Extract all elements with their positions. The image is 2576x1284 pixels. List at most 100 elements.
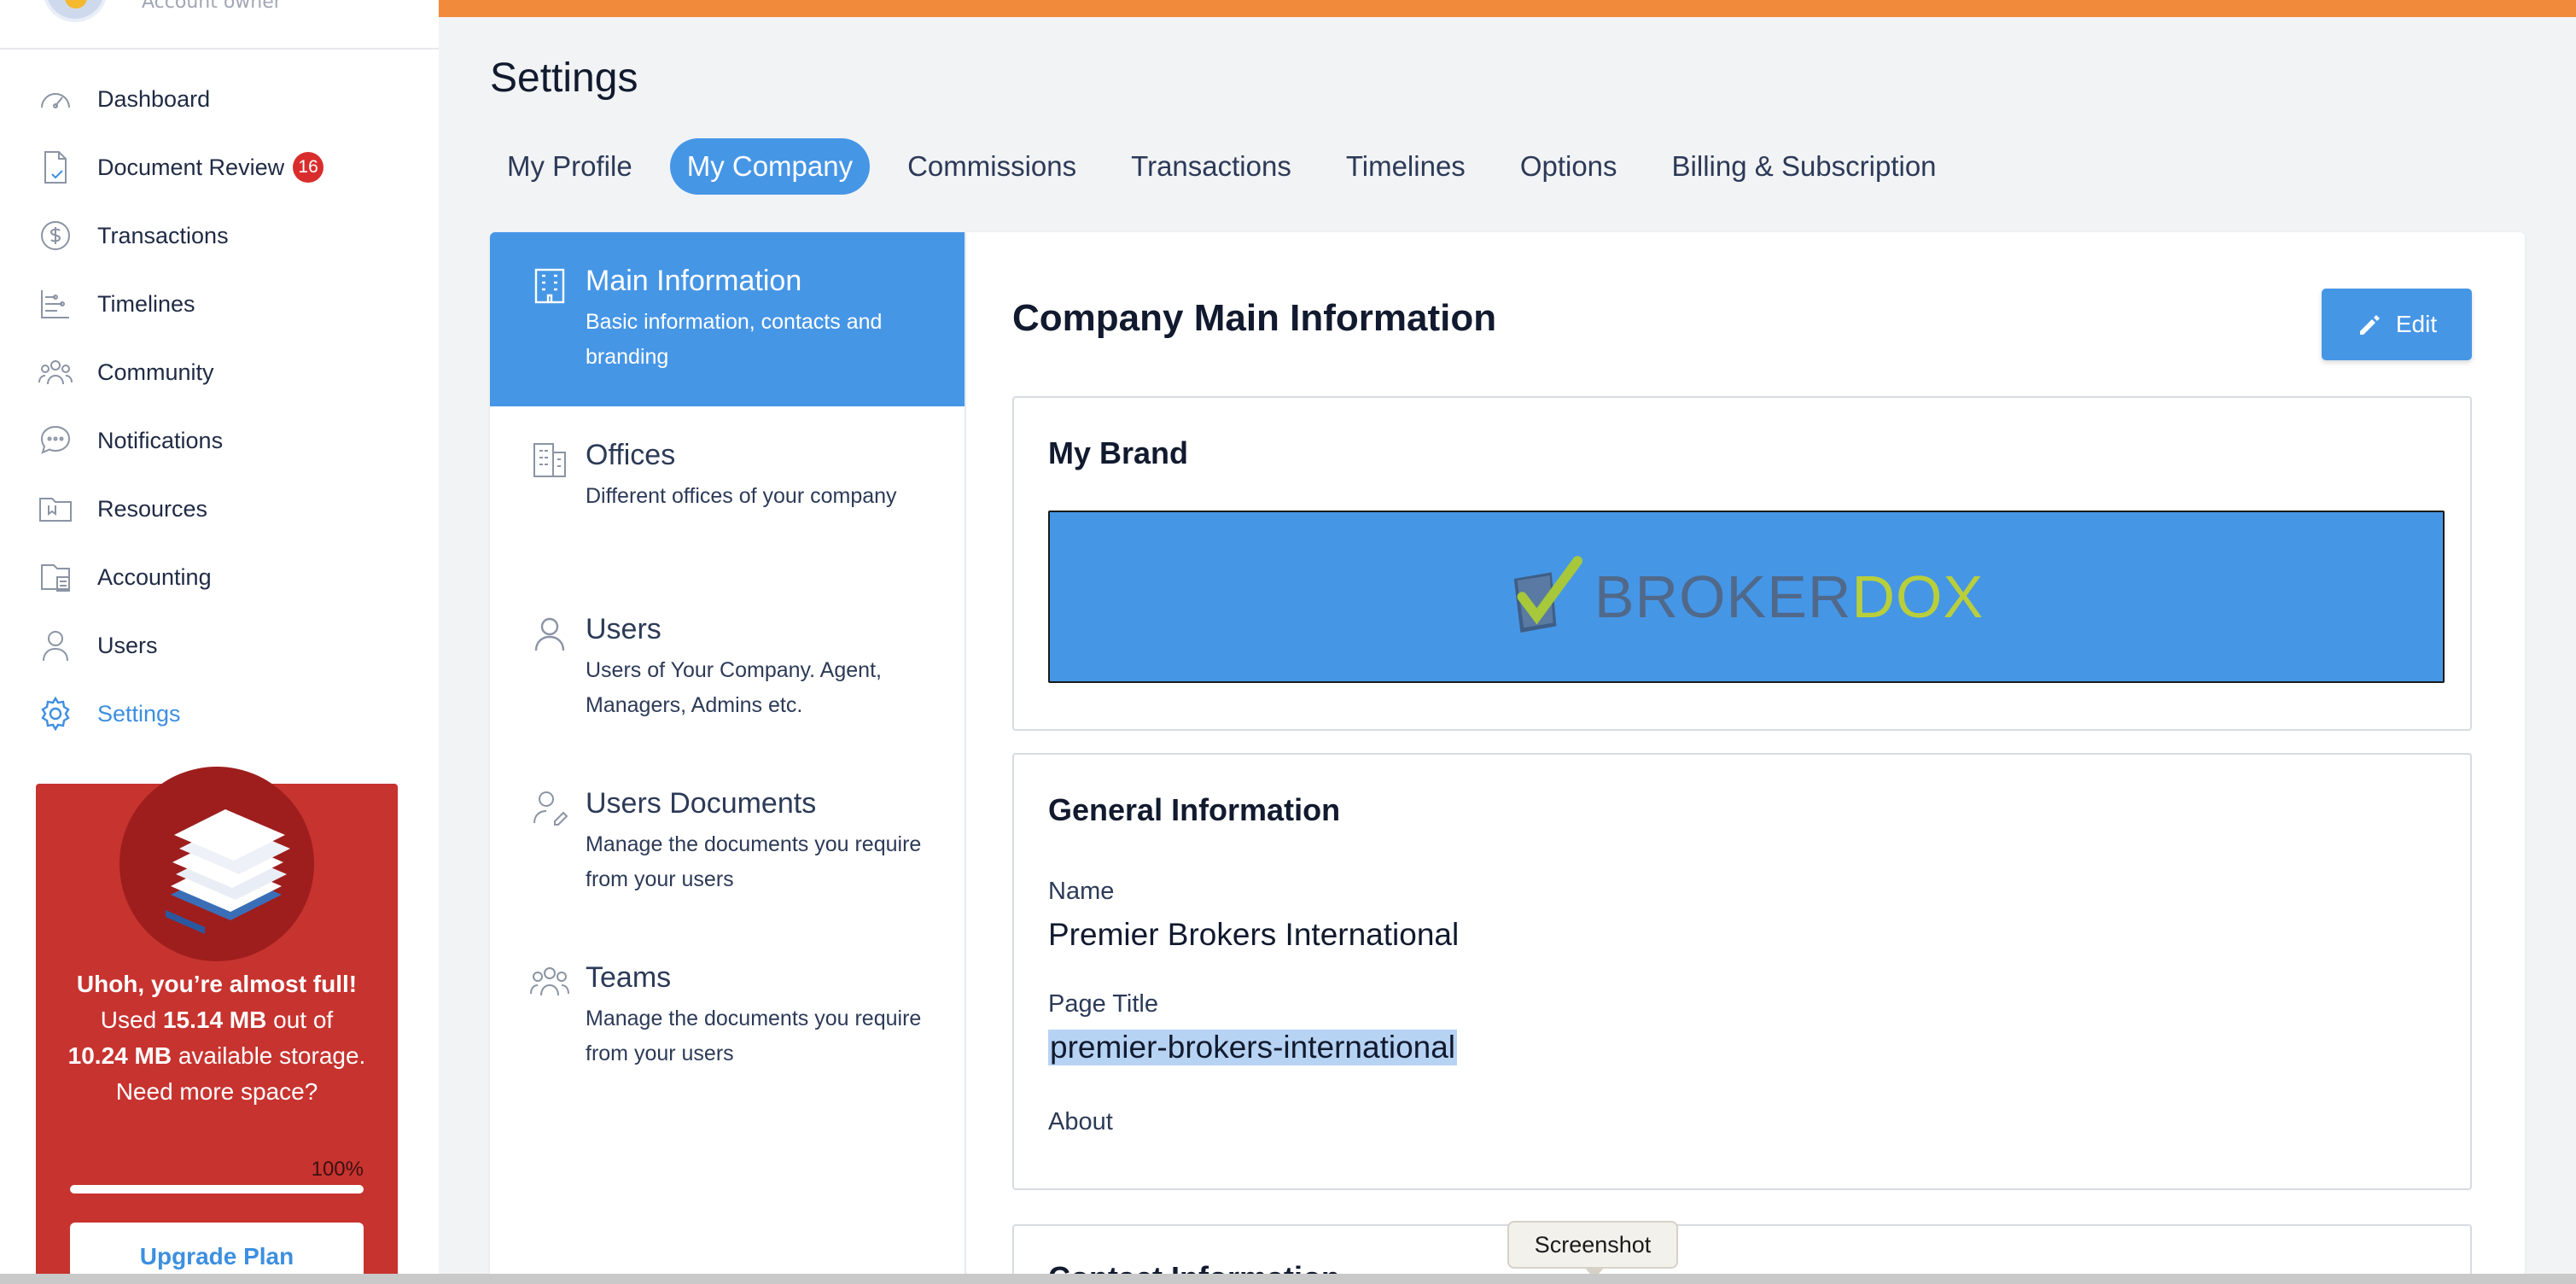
speedometer-icon bbox=[34, 79, 77, 119]
page-title: Settings bbox=[490, 55, 638, 101]
content-title: Company Main Information bbox=[1012, 297, 1497, 339]
user-icon bbox=[34, 626, 77, 665]
brand-logo-part2: DOX bbox=[1851, 563, 1984, 630]
storage-out-of: out of bbox=[273, 1007, 334, 1033]
dollar-circle-icon bbox=[34, 216, 77, 255]
sidebar-item-label: Accounting bbox=[97, 563, 212, 590]
storage-headline: Uhoh, you’re almost full! bbox=[76, 971, 358, 997]
subnav-offices[interactable]: Offices Different offices of your compan… bbox=[490, 406, 965, 581]
settings-tabs: My Profile My Company Commissions Transa… bbox=[490, 137, 1974, 196]
screenshot-tooltip: Screenshot bbox=[1507, 1221, 1678, 1279]
window-bottom-edge bbox=[0, 1274, 2576, 1284]
sidebar-item-transactions[interactable]: Transactions bbox=[0, 201, 439, 270]
settings-panel: Main Information Basic information, cont… bbox=[490, 232, 2525, 1284]
sidebar-item-label: Users bbox=[97, 632, 158, 658]
sidebar-item-label: Settings bbox=[97, 700, 181, 727]
storage-available: 10.24 MB bbox=[67, 1042, 172, 1069]
tab-timelines[interactable]: Timelines bbox=[1329, 138, 1483, 195]
brand-logo-part1: BROKER bbox=[1594, 563, 1852, 630]
brand-card-title: My Brand bbox=[1048, 435, 1189, 470]
subnav-title: Offices bbox=[586, 439, 676, 471]
company-subnav: Main Information Basic information, cont… bbox=[490, 232, 966, 1284]
chat-bubble-icon bbox=[34, 421, 77, 460]
user-document-icon bbox=[533, 791, 568, 826]
sidebar-item-label: Community bbox=[97, 359, 214, 385]
profile-header: Account owner bbox=[0, 0, 439, 50]
sidebar-item-settings[interactable]: Settings bbox=[0, 680, 439, 748]
avatar[interactable] bbox=[43, 0, 108, 22]
tab-my-company[interactable]: My Company bbox=[669, 138, 871, 195]
tab-billing-subscription[interactable]: Billing & Subscription bbox=[1655, 138, 1954, 195]
user-icon bbox=[534, 617, 565, 651]
storage-available-suffix: available storage. bbox=[178, 1042, 366, 1069]
calculator-icon bbox=[34, 557, 77, 597]
sidebar-item-accounting[interactable]: Accounting bbox=[0, 543, 439, 611]
brand-logo: BROKERDOX bbox=[1594, 563, 1984, 631]
sidebar-nav: Dashboard Document Review 16 Transaction… bbox=[0, 65, 439, 748]
brand-logo-preview[interactable]: BROKERDOX bbox=[1048, 511, 2445, 683]
document-stack-illustration bbox=[119, 767, 314, 961]
tab-options[interactable]: Options bbox=[1503, 138, 1635, 195]
subnav-title: Users bbox=[586, 613, 661, 645]
sidebar-item-label: Notifications bbox=[97, 427, 224, 453]
top-accent-bar bbox=[439, 0, 2576, 17]
sidebar-item-timelines[interactable]: Timelines bbox=[0, 270, 439, 338]
timeline-icon bbox=[34, 284, 77, 324]
sidebar-item-label: Transactions bbox=[97, 222, 229, 248]
sidebar-item-resources[interactable]: Resources bbox=[0, 475, 439, 543]
general-information-card: General Information Name Premier Brokers… bbox=[1012, 753, 2472, 1190]
subnav-desc: Users of Your Company. Agent, Managers, … bbox=[586, 658, 882, 717]
sidebar-item-notifications[interactable]: Notifications bbox=[0, 406, 439, 475]
brand-card: My Brand BROKERDOX bbox=[1012, 396, 2472, 731]
office-icon bbox=[533, 443, 566, 477]
sidebar-item-label: Dashboard bbox=[97, 85, 211, 112]
notification-badge: 16 bbox=[293, 152, 324, 183]
sidebar-item-label: Document Review bbox=[97, 154, 285, 180]
pencil-icon bbox=[2359, 315, 2380, 335]
storage-need-more: Need more space? bbox=[115, 1078, 318, 1105]
subnav-title: Main Information bbox=[586, 265, 802, 297]
page-title-label: Page Title bbox=[1048, 990, 1158, 1018]
sidebar: Account owner Dashboard Document Review … bbox=[0, 0, 439, 1284]
building-icon bbox=[534, 268, 565, 304]
subnav-desc: Basic information, contacts and branding bbox=[586, 310, 883, 369]
subnav-teams[interactable]: Teams Manage the documents you require f… bbox=[490, 929, 965, 1103]
folder-icon bbox=[34, 489, 77, 528]
about-label: About bbox=[1048, 1108, 1113, 1135]
storage-warning-card: Uhoh, you’re almost full! Used 15.14 MB … bbox=[36, 767, 398, 1284]
sidebar-item-dashboard[interactable]: Dashboard bbox=[0, 65, 439, 133]
subnav-users-documents[interactable]: Users Documents Manage the documents you… bbox=[490, 755, 965, 929]
subnav-desc: Manage the documents you require from yo… bbox=[586, 1007, 922, 1065]
storage-message: Uhoh, you’re almost full! Used 15.14 MB … bbox=[36, 966, 398, 1110]
brokerdox-check-icon bbox=[1513, 556, 1582, 633]
sidebar-item-community[interactable]: Community bbox=[0, 338, 439, 406]
subnav-title: Users Documents bbox=[586, 787, 817, 820]
sidebar-item-users[interactable]: Users bbox=[0, 611, 439, 680]
name-label: Name bbox=[1048, 878, 1115, 905]
sidebar-item-label: Timelines bbox=[97, 290, 195, 317]
subnav-title: Teams bbox=[586, 961, 672, 994]
profile-role: Account owner bbox=[142, 0, 282, 13]
storage-progress-bar bbox=[70, 1185, 364, 1194]
sidebar-item-document-review[interactable]: Document Review 16 bbox=[0, 133, 439, 201]
storage-percent: 100% bbox=[311, 1158, 364, 1181]
sidebar-item-label: Resources bbox=[97, 495, 208, 522]
edit-button[interactable]: Edit bbox=[2322, 289, 2472, 360]
storage-progress-fill bbox=[70, 1185, 364, 1194]
gear-icon bbox=[34, 694, 77, 733]
storage-used-prefix: Used bbox=[100, 1007, 157, 1033]
tab-commissions[interactable]: Commissions bbox=[890, 138, 1093, 195]
team-icon bbox=[530, 967, 569, 996]
subnav-main-information[interactable]: Main Information Basic information, cont… bbox=[490, 232, 965, 406]
name-value: Premier Brokers International bbox=[1048, 917, 1460, 952]
subnav-users[interactable]: Users Users of Your Company. Agent, Mana… bbox=[490, 581, 965, 755]
subnav-desc: Manage the documents you require from yo… bbox=[586, 832, 922, 891]
community-icon bbox=[34, 353, 77, 392]
subnav-desc: Different offices of your company bbox=[586, 484, 897, 508]
edit-button-label: Edit bbox=[2395, 311, 2438, 337]
company-main-information: Company Main Information Edit My Brand B… bbox=[966, 232, 2525, 1284]
tab-my-profile[interactable]: My Profile bbox=[490, 138, 650, 195]
tab-transactions[interactable]: Transactions bbox=[1114, 138, 1308, 195]
page-title-value: premier-brokers-international bbox=[1048, 1030, 1458, 1065]
storage-used: 15.14 MB bbox=[162, 1007, 267, 1033]
